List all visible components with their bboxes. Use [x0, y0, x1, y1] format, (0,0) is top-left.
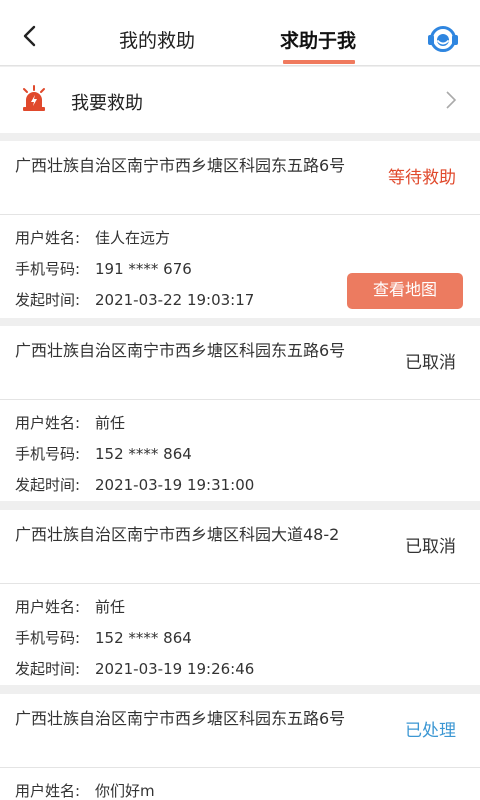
request-time: 2021-03-19 19:26:46: [95, 660, 255, 678]
request-address: 广西壮族自治区南宁市西乡塘区科园东五路6号: [15, 156, 346, 175]
phone-label: 手机号码:: [15, 629, 81, 647]
headset-icon[interactable]: [426, 24, 460, 54]
time-label: 发起时间:: [15, 291, 81, 309]
request-address: 广西壮族自治区南宁市西乡塘区科园东五路6号: [15, 341, 346, 360]
request-time: 2021-03-19 19:31:00: [95, 476, 255, 494]
status-badge: 已取消: [405, 537, 456, 557]
alarm-siren-icon: [23, 85, 45, 111]
help-request-card: 广西壮族自治区南宁市西乡塘区科园东五路6号 已取消 用户姓名: 前任 手机号码: 1…: [0, 326, 480, 501]
view-map-button[interactable]: 查看地图: [347, 273, 463, 309]
request-address: 广西壮族自治区南宁市西乡塘区科园东五路6号: [15, 709, 346, 728]
help-request-card: 广西壮族自治区南宁市西乡塘区科园大道48-2 已取消 用户姓名: 前任 手机号码:…: [0, 510, 480, 685]
name-label: 用户姓名:: [15, 414, 81, 432]
user-name: 前任: [95, 414, 126, 432]
phone-number: 191 **** 676: [95, 260, 192, 278]
active-tab-indicator: [283, 60, 355, 64]
phone-number: 152 **** 864: [95, 629, 192, 647]
name-label: 用户姓名:: [15, 782, 81, 800]
user-name: 佳人在远方: [95, 229, 171, 247]
help-request-card: 广西壮族自治区南宁市西乡塘区科园东五路6号 已处理 用户姓名: 你们好m: [0, 694, 480, 800]
name-label: 用户姓名:: [15, 229, 81, 247]
user-name: 你们好m: [95, 782, 155, 800]
user-name: 前任: [95, 598, 126, 616]
phone-label: 手机号码:: [15, 445, 81, 463]
tab-help-requests[interactable]: 求助于我: [280, 26, 356, 53]
time-label: 发起时间:: [15, 660, 81, 678]
tab-my-rescue[interactable]: 我的救助: [119, 26, 195, 53]
status-badge: 已处理: [405, 721, 456, 741]
chevron-left-icon[interactable]: [16, 22, 44, 50]
time-label: 发起时间:: [15, 476, 81, 494]
request-time: 2021-03-22 19:03:17: [95, 291, 255, 309]
request-rescue-row[interactable]: 我要救助: [0, 67, 480, 133]
name-label: 用户姓名:: [15, 598, 81, 616]
help-request-card: 广西壮族自治区南宁市西乡塘区科园东五路6号 等待救助 用户姓名: 佳人在远方 手机…: [0, 141, 480, 318]
request-address: 广西壮族自治区南宁市西乡塘区科园大道48-2: [15, 525, 340, 544]
request-rescue-label: 我要救助: [71, 93, 143, 114]
top-nav-bar: 我的救助 求助于我: [0, 0, 480, 66]
phone-number: 152 **** 864: [95, 445, 192, 463]
chevron-right-icon: [446, 91, 457, 109]
status-badge: 等待救助: [388, 168, 456, 188]
status-badge: 已取消: [405, 353, 456, 373]
phone-label: 手机号码:: [15, 260, 81, 278]
